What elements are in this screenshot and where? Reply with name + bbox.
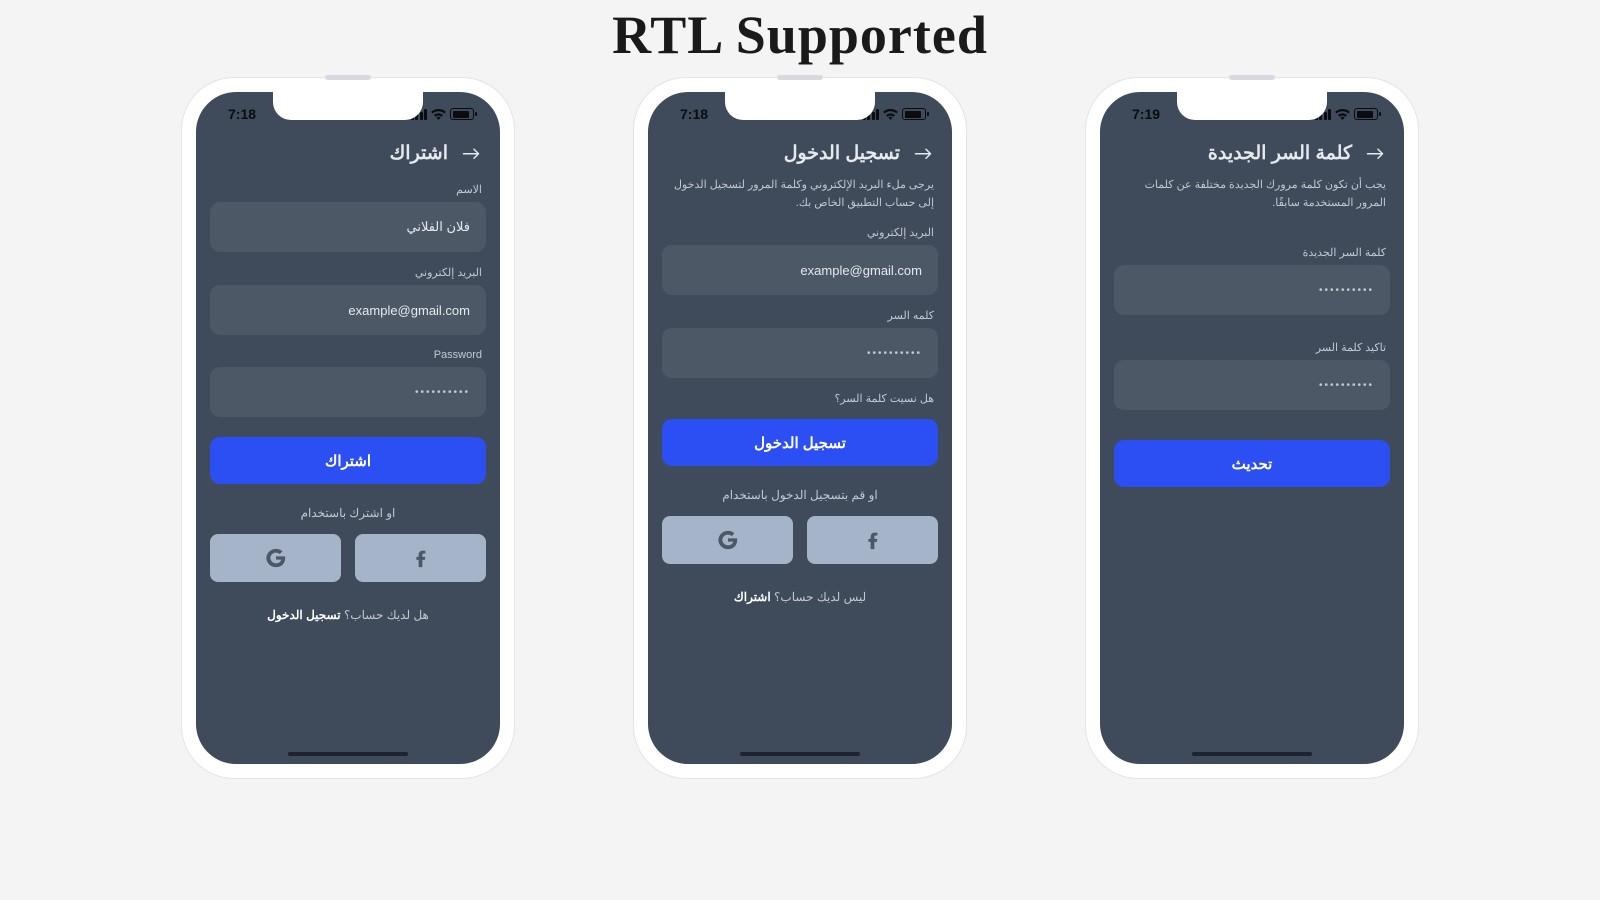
screen-subtitle: يجب أن تكون كلمة مرورك الجديدة مختلفة عن… (1114, 177, 1390, 220)
header-title: تسجيل الدخول (784, 142, 900, 165)
password-field[interactable] (210, 367, 486, 417)
signup-button[interactable]: اشتراك (210, 437, 486, 484)
status-bar: 7:18 (662, 92, 938, 136)
forgot-password-link[interactable]: هل نسيت كلمة السر؟ (662, 378, 938, 419)
footer-text: هل لديك حساب؟ تسجيل الدخول (210, 582, 486, 622)
social-row (662, 516, 938, 564)
social-row (210, 534, 486, 582)
password-field[interactable] (662, 328, 938, 378)
google-icon (265, 547, 287, 569)
status-icons (1315, 108, 1379, 120)
battery-icon (450, 108, 474, 120)
wifi-icon (431, 109, 446, 120)
signin-button[interactable]: تسجيل الدخول (662, 419, 938, 466)
header-title: اشتراك (390, 142, 448, 165)
phone-frame-signin: 7:18 تسجيل الدخول يرجى ملء البريد الإلكت… (634, 78, 966, 778)
facebook-icon (410, 547, 432, 569)
screen-header: كلمة السر الجديدة (1114, 136, 1390, 177)
home-indicator (740, 752, 860, 756)
password-label: كلمه السر (662, 303, 938, 328)
screen-subtitle: يرجى ملء البريد الإلكتروني وكلمة المرور … (662, 177, 938, 220)
email-label: البريد إلكتروني (662, 220, 938, 245)
page-title: RTL Supported (0, 0, 1600, 66)
facebook-button[interactable] (355, 534, 486, 582)
facebook-icon (862, 529, 884, 551)
screen-header: تسجيل الدخول (662, 136, 938, 177)
newpass-label: كلمة السر الجديدة (1114, 240, 1390, 265)
cellular-icon (1315, 109, 1332, 120)
screen-header: اشتراك (210, 136, 486, 177)
footer-question: هل لديك حساب؟ (344, 608, 429, 622)
status-time: 7:18 (680, 106, 708, 122)
phone-screen-signin: 7:18 تسجيل الدخول يرجى ملء البريد الإلكت… (648, 92, 952, 764)
speaker-slot (325, 75, 371, 80)
email-label: البريد إلكتروني (210, 260, 486, 285)
social-divider: او قم بتسجيل الدخول باستخدام (662, 466, 938, 516)
newpass-field[interactable] (1114, 265, 1390, 315)
cellular-icon (863, 109, 880, 120)
footer-text: ليس لديك حساب؟ اشتراك (662, 564, 938, 604)
status-icons (411, 108, 475, 120)
update-button[interactable]: تحديث (1114, 440, 1390, 487)
phone-frame-newpass: 7:19 كلمة السر الجديدة يجب أن تكون كلمة … (1086, 78, 1418, 778)
phone-screen-newpass: 7:19 كلمة السر الجديدة يجب أن تكون كلمة … (1100, 92, 1404, 764)
footer-question: ليس لديك حساب؟ (774, 590, 866, 604)
google-button[interactable] (662, 516, 793, 564)
status-bar: 7:19 (1114, 92, 1390, 136)
phone-frame-signup: 7:18 اشتراك الاسم البريد إلكتروني Passwo… (182, 78, 514, 778)
home-indicator (288, 752, 408, 756)
battery-icon (902, 108, 926, 120)
confirmpass-field[interactable] (1114, 360, 1390, 410)
google-icon (717, 529, 739, 551)
footer-action-link[interactable]: تسجيل الدخول (267, 608, 340, 622)
phones-row: 7:18 اشتراك الاسم البريد إلكتروني Passwo… (0, 78, 1600, 778)
phone-screen-signup: 7:18 اشتراك الاسم البريد إلكتروني Passwo… (196, 92, 500, 764)
email-field[interactable] (662, 245, 938, 295)
wifi-icon (1335, 109, 1350, 120)
status-icons (863, 108, 927, 120)
status-time: 7:18 (228, 106, 256, 122)
name-field[interactable] (210, 202, 486, 252)
arrow-right-icon[interactable] (914, 147, 932, 161)
social-divider: او اشترك باستخدام (210, 484, 486, 534)
status-time: 7:19 (1132, 106, 1160, 122)
battery-icon (1354, 108, 1378, 120)
cellular-icon (411, 109, 428, 120)
arrow-right-icon[interactable] (1366, 147, 1384, 161)
wifi-icon (883, 109, 898, 120)
arrow-right-icon[interactable] (462, 147, 480, 161)
google-button[interactable] (210, 534, 341, 582)
facebook-button[interactable] (807, 516, 938, 564)
status-bar: 7:18 (210, 92, 486, 136)
speaker-slot (777, 75, 823, 80)
home-indicator (1192, 752, 1312, 756)
name-label: الاسم (210, 177, 486, 202)
footer-action-link[interactable]: اشتراك (734, 590, 771, 604)
email-field[interactable] (210, 285, 486, 335)
header-title: كلمة السر الجديدة (1208, 142, 1352, 165)
password-label: Password (210, 343, 486, 367)
confirmpass-label: تاكيد كلمة السر (1114, 335, 1390, 360)
speaker-slot (1229, 75, 1275, 80)
